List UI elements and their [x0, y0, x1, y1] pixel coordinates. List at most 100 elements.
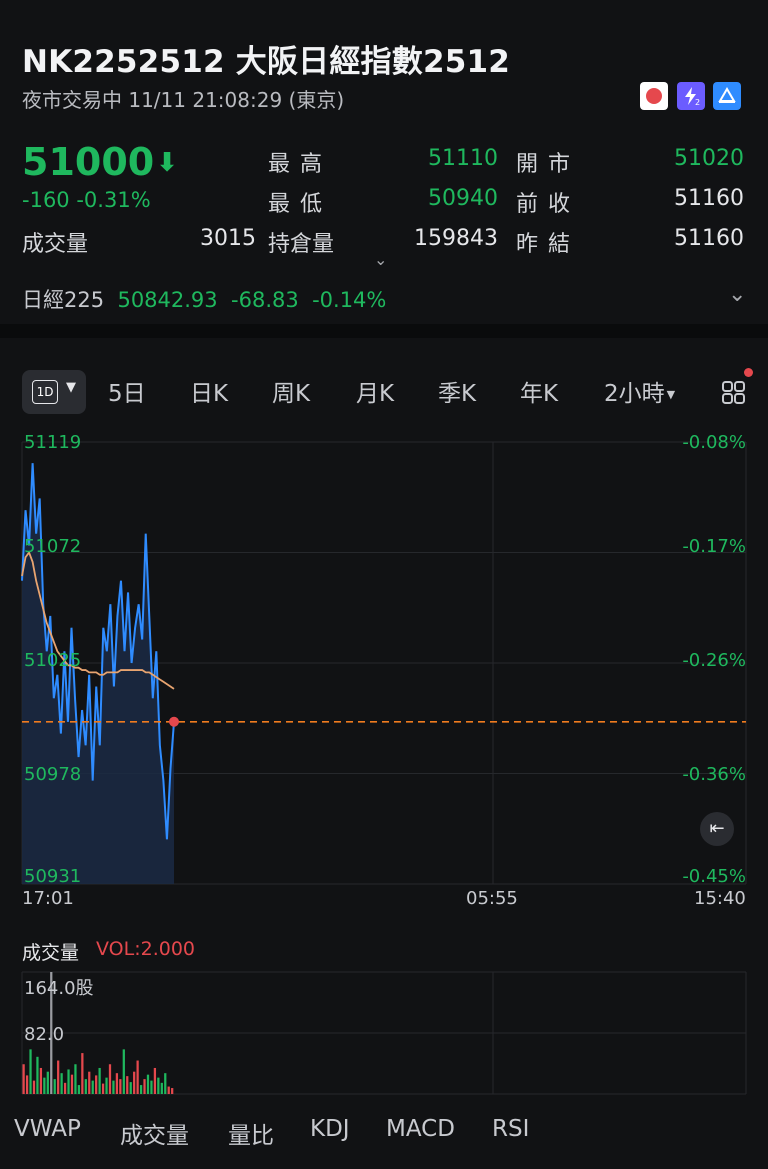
prev-close-value: 51160	[674, 186, 744, 211]
tab-kdj[interactable]: KDJ	[310, 1116, 350, 1142]
index-chevron-icon[interactable]: ⌄	[728, 282, 746, 307]
volume-bar	[32, 1080, 36, 1094]
volume-bar	[29, 1049, 32, 1094]
oi-label: 持倉量	[268, 232, 335, 257]
volume-bar	[150, 1080, 153, 1094]
oi-value: 159843	[414, 226, 498, 251]
volume-bar	[136, 1060, 139, 1094]
volume-title: 成交量	[22, 942, 80, 964]
volume-bar	[43, 1077, 46, 1094]
svg-text:2: 2	[695, 98, 700, 106]
pct-label: -0.08%	[682, 432, 746, 453]
y-label: 51119	[24, 432, 82, 453]
volume-bar	[153, 1067, 157, 1094]
expand-chevron-icon[interactable]: ⌄	[374, 250, 387, 269]
volume-bar	[108, 1064, 112, 1094]
volume-bar	[119, 1079, 122, 1094]
volume-bar	[74, 1064, 77, 1094]
volume-bar	[129, 1082, 132, 1094]
tab-2-hours[interactable]: 2小時 ▼	[604, 370, 675, 418]
pct-label: -0.45%	[682, 866, 746, 887]
tab-weekly-k[interactable]: 周K	[272, 370, 310, 418]
last-price-dot	[169, 716, 179, 727]
volume-bar	[81, 1053, 84, 1094]
volume-bar	[57, 1060, 60, 1094]
volume-bar	[126, 1076, 129, 1094]
low-label: 最低	[268, 192, 333, 217]
volume-bar	[98, 1067, 101, 1094]
volume-bar	[115, 1073, 119, 1094]
volume-bar	[67, 1069, 70, 1094]
index-value: 50842.93	[117, 288, 218, 312]
volume-bar	[146, 1074, 150, 1094]
low-value: 50940	[428, 186, 498, 211]
tab-vwap[interactable]: VWAP	[14, 1116, 81, 1142]
range-1d-selector[interactable]: 1D ▼	[22, 370, 86, 414]
tab-daily-k[interactable]: 日K	[190, 370, 228, 418]
volume-bar	[60, 1073, 63, 1094]
volume-grid	[21, 971, 747, 1095]
prev-settle-label: 昨結	[516, 232, 581, 257]
x-label: 15:40	[694, 888, 746, 909]
volume-bar	[36, 1056, 39, 1094]
open-value: 51020	[674, 146, 744, 171]
volume-bar	[157, 1077, 160, 1094]
volume-bar	[22, 1064, 25, 1094]
volume-bar	[160, 1082, 163, 1094]
index-name: 日經225	[22, 288, 105, 312]
index-row[interactable]: 日經225 50842.93 -68.83 -0.14%	[22, 284, 386, 314]
level2-icon[interactable]: 2	[677, 82, 705, 110]
market-status: 夜市交易中 11/11 21:08:29 (東京)	[22, 88, 345, 112]
y-label: 51025	[24, 650, 82, 671]
tab-volume-ratio[interactable]: 量比	[228, 1116, 274, 1150]
volume-bar	[171, 1088, 174, 1094]
tab-rsi[interactable]: RSI	[492, 1116, 529, 1142]
notification-dot	[744, 368, 753, 377]
tab-5d[interactable]: 5日	[108, 370, 146, 418]
volume-bar	[63, 1082, 67, 1094]
tab-2-hours-label: 2小時	[604, 381, 665, 407]
pyramid-icon[interactable]	[713, 82, 741, 110]
volume-bar	[25, 1075, 29, 1094]
volume-bar	[95, 1075, 98, 1094]
volume-bar	[101, 1083, 105, 1094]
tab-volume[interactable]: 成交量	[120, 1116, 189, 1150]
tab-yearly-k[interactable]: 年K	[520, 370, 558, 418]
tab-monthly-k[interactable]: 月K	[356, 370, 394, 418]
volume-bar	[139, 1085, 143, 1094]
index-change-pct: -0.14%	[312, 288, 387, 312]
y-label: 51072	[24, 536, 82, 557]
grid-menu-icon[interactable]	[720, 368, 753, 406]
volume-bar	[143, 1079, 146, 1094]
prev-close-label: 前收	[516, 192, 581, 217]
open-label: 開市	[516, 152, 581, 177]
volume-value: 3015	[200, 226, 256, 251]
volume-bar	[84, 1079, 87, 1094]
volume-indicator-value: VOL:2.000	[96, 938, 195, 960]
page-title: NK2252512 大阪日經指數2512	[22, 44, 511, 80]
arrow-left-bar-icon: ⇤	[709, 818, 725, 839]
japan-flag-icon[interactable]	[640, 82, 668, 110]
volume-max-label: 164.0股	[24, 978, 94, 999]
tab-macd[interactable]: MACD	[386, 1116, 455, 1142]
pct-label: -0.17%	[682, 536, 746, 557]
volume-mid-label: 82.0	[24, 1024, 65, 1045]
volume-bar	[91, 1080, 94, 1094]
tab-quarterly-k[interactable]: 季K	[438, 370, 476, 418]
x-label: 17:01	[22, 888, 74, 909]
volume-bar	[46, 1071, 49, 1094]
quote-stats: 最高 51110 開市 51020 最低 50940 前收 51160 成交量 …	[0, 146, 768, 257]
y-label: 50978	[24, 764, 82, 785]
volume-bar	[88, 1071, 91, 1094]
section-divider	[0, 324, 768, 338]
pct-label: -0.26%	[682, 650, 746, 671]
volume-bar	[70, 1074, 74, 1094]
scroll-to-latest-button[interactable]: ⇤	[700, 812, 734, 846]
volume-label: 成交量	[22, 232, 89, 257]
index-change: -68.83	[231, 288, 299, 312]
volume-bar	[39, 1067, 43, 1094]
volume-bar	[164, 1073, 167, 1094]
high-label: 最高	[268, 152, 333, 177]
volume-chart[interactable]	[0, 968, 768, 1098]
price-chart[interactable]	[0, 420, 768, 900]
